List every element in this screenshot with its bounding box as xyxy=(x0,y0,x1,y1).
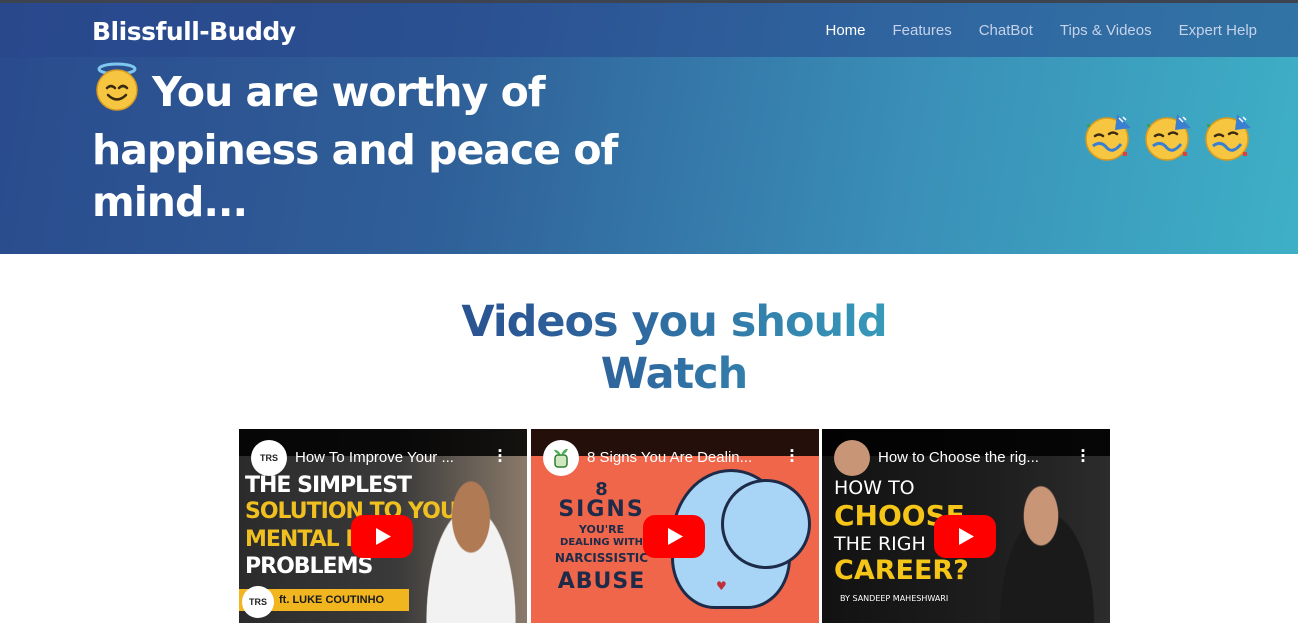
more-options-icon[interactable]: · · · xyxy=(1080,444,1086,469)
video-title[interactable]: How To Improve Your ... xyxy=(295,449,485,466)
nav-item-features[interactable]: Features xyxy=(893,22,952,39)
channel-avatar[interactable] xyxy=(834,440,870,476)
more-options-icon[interactable]: · · · xyxy=(497,444,503,469)
navbar: Blissfull-Buddy Home Features ChatBot Ti… xyxy=(0,3,1298,57)
thumbnail-text: ABUSE xyxy=(557,569,646,594)
party-emoji-group xyxy=(1083,112,1253,162)
nav-item-home[interactable]: Home xyxy=(825,22,865,39)
youtube-play-icon[interactable] xyxy=(351,515,413,558)
thumbnail-text: CAREER? xyxy=(834,555,969,586)
nav-item-expert-help[interactable]: Expert Help xyxy=(1179,22,1257,39)
video-title[interactable]: How to Choose the rig... xyxy=(878,449,1068,466)
partying-face-icon xyxy=(1205,114,1251,161)
partying-face-icon xyxy=(1145,114,1191,161)
youtube-play-icon[interactable] xyxy=(643,515,705,558)
nav-item-chatbot[interactable]: ChatBot xyxy=(979,22,1033,39)
nav-menu: Home Features ChatBot Tips & Videos Expe… xyxy=(798,22,1257,39)
hero-heading-text: You are worthy of happiness and peace of… xyxy=(92,68,618,226)
videos-section-title: Videos you should Watch xyxy=(399,296,949,400)
thumbnail-text: HOW TO xyxy=(834,477,915,499)
cartoon-character xyxy=(721,479,811,569)
smiling-halo-icon xyxy=(92,62,142,124)
thumbnail-person xyxy=(987,484,1107,623)
youtube-play-icon[interactable] xyxy=(934,515,996,558)
thumbnail-text: THE SIMPLEST xyxy=(245,473,412,498)
channel-badge: TRS xyxy=(242,586,274,618)
video-title[interactable]: 8 Signs You Are Dealin... xyxy=(587,449,777,466)
hero-heading: You are worthy of happiness and peace of… xyxy=(92,62,652,228)
channel-avatar[interactable]: TRS xyxy=(251,440,287,476)
sprout-icon xyxy=(554,448,568,468)
video-embed[interactable]: 8 SIGNS YOU'RE DEALING WITH NARCISSISTIC… xyxy=(531,429,819,623)
channel-avatar[interactable] xyxy=(543,440,579,476)
video-embed[interactable]: HOW TO CHOOSE THE RIGH CAREER? BY SANDEE… xyxy=(822,429,1110,623)
thumbnail-text: BY SANDEEP MAHESHWARI xyxy=(840,594,949,603)
partying-face-icon xyxy=(1085,114,1131,161)
nav-item-tips-videos[interactable]: Tips & Videos xyxy=(1060,22,1152,39)
thumbnail-person xyxy=(411,469,527,623)
video-embed[interactable]: THE SIMPLEST SOLUTION TO YOUR MENTAL HEA… xyxy=(239,429,527,623)
heart-icon: ♥ xyxy=(716,579,727,593)
brand-logo[interactable]: Blissfull-Buddy xyxy=(92,17,296,46)
more-options-icon[interactable]: · · · xyxy=(789,444,795,469)
thumbnail-text: THE RIGH xyxy=(834,533,926,555)
